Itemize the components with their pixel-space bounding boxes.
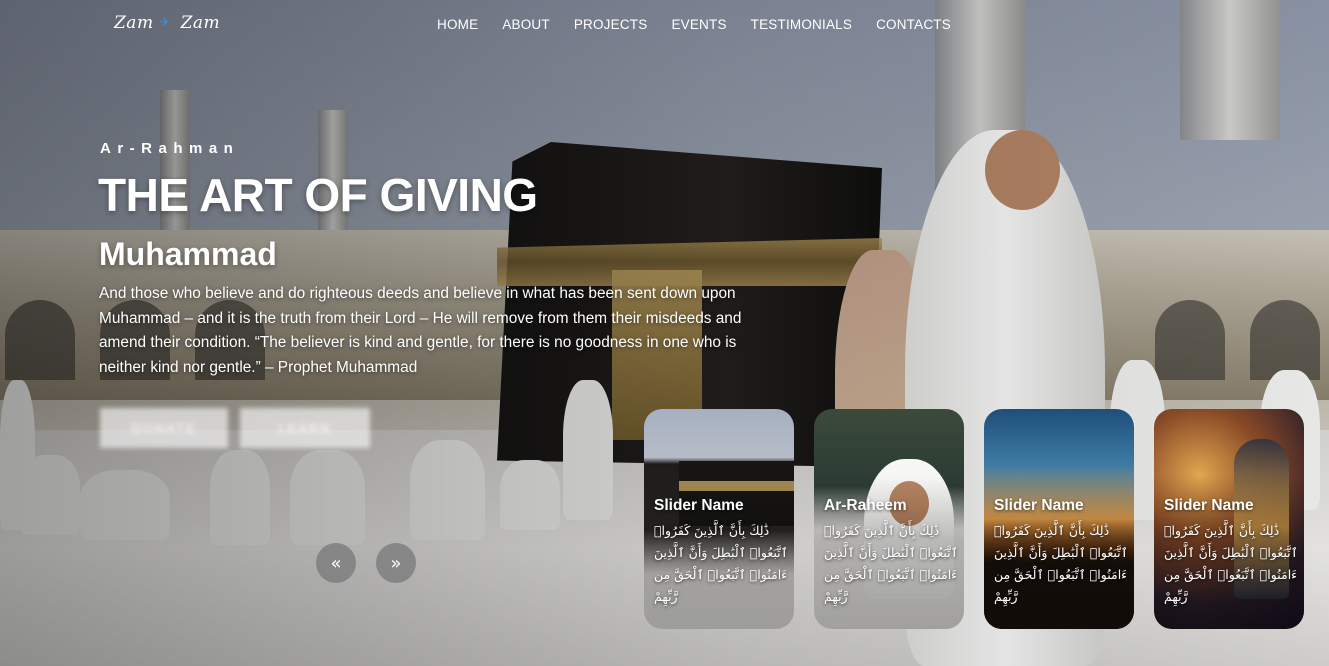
card-title: Slider Name (654, 497, 744, 514)
nav-events[interactable]: EVENTS (671, 17, 726, 32)
hero-title: THE ART OF GIVING (98, 169, 538, 221)
slider-card[interactable]: Slider Name ذَٰلِكَ بِأَنَّ ٱلَّذِينَ كَ… (984, 409, 1134, 629)
donate-button[interactable]: DONATE (100, 408, 228, 448)
slider-card[interactable]: Slider Name ذَٰلِكَ بِأَنَّ ٱلَّذِينَ كَ… (644, 409, 794, 629)
main-menu: HOME ABOUT PROJECTS EVENTS TESTIMONIALS … (437, 17, 951, 32)
hero-eyebrow: Ar-Rahman (100, 140, 240, 157)
slider-card[interactable]: Slider Name ذَٰلِكَ بِأَنَّ ٱلَّذِينَ كَ… (1154, 409, 1304, 629)
nav-testimonials[interactable]: TESTIMONIALS (751, 17, 852, 32)
hero-description: And those who believe and do righteous d… (99, 285, 742, 376)
nav-projects[interactable]: PROJECTS (574, 17, 648, 32)
card-title: Slider Name (1164, 497, 1254, 514)
card-arabic-text: ذَٰلِكَ بِأَنَّ ٱلَّذِينَ كَفَرُوا۟ ٱتَّ… (824, 523, 958, 604)
top-navbar: Zam ✈ Zam HOME ABOUT PROJECTS EVENTS TES… (0, 0, 1329, 50)
slider-prev-button[interactable]: « (316, 543, 356, 583)
slider-next-button[interactable]: » (376, 543, 416, 583)
nav-contacts[interactable]: CONTACTS (876, 17, 951, 32)
double-chevron-left-icon: « (330, 552, 342, 574)
card-arabic-text: ذَٰلِكَ بِأَنَّ ٱلَّذِينَ كَفَرُوا۟ ٱتَّ… (994, 523, 1128, 604)
hero-subtitle: Muhammad (99, 236, 277, 272)
card-title: Slider Name (994, 497, 1084, 514)
paper-plane-icon: ✈ (159, 15, 171, 30)
double-chevron-right-icon: » (390, 552, 402, 574)
card-arabic-text: ذَٰلِكَ بِأَنَّ ٱلَّذِينَ كَفَرُوا۟ ٱتَّ… (1164, 523, 1298, 604)
hero-buttons: DONATE LEARN (100, 408, 370, 448)
slider-card[interactable]: Ar-Raheem ذَٰلِكَ بِأَنَّ ٱلَّذِينَ كَفَ… (814, 409, 964, 629)
card-arabic-text: ذَٰلِكَ بِأَنَّ ٱلَّذِينَ كَفَرُوا۟ ٱتَّ… (654, 523, 788, 604)
nav-home[interactable]: HOME (437, 17, 478, 32)
nav-about[interactable]: ABOUT (502, 17, 550, 32)
logo-text-right: Zam (180, 13, 221, 33)
learn-button[interactable]: LEARN (240, 408, 370, 448)
site-logo[interactable]: Zam ✈ Zam (114, 13, 220, 33)
logo-text-left: Zam (114, 13, 154, 33)
card-title: Ar-Raheem (824, 497, 907, 514)
